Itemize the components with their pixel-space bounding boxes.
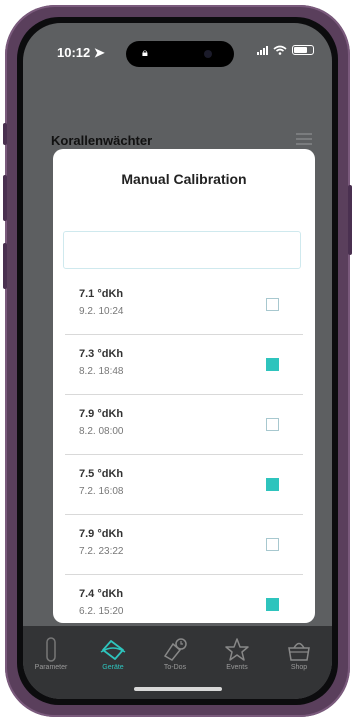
- list-item[interactable]: 7.5 °dKh 7.2. 16:08: [65, 455, 303, 515]
- home-indicator: [134, 687, 222, 691]
- screen: 10:12 ➤ 🔒︎ Korallenwächter Manual Calibr…: [23, 23, 332, 699]
- battery-icon: [292, 45, 314, 55]
- location-arrow-icon: ➤: [93, 45, 105, 60]
- manual-calibration-dialog: Manual Calibration 7.1 °dKh 9.2. 10:24 7…: [53, 149, 315, 623]
- action-button: [3, 123, 7, 145]
- calibration-timestamp: 8.2. 08:00: [79, 426, 124, 437]
- calibration-value: 7.9 °dKh: [79, 528, 124, 540]
- list-item[interactable]: 7.3 °dKh 8.2. 18:48: [65, 335, 303, 395]
- tab-parameter[interactable]: Parameter: [23, 636, 79, 671]
- checkbox[interactable]: [266, 298, 279, 311]
- wifi-icon: [273, 45, 287, 55]
- list-item[interactable]: 7.4 °dKh 6.2. 15:20: [65, 575, 303, 623]
- calibration-timestamp: 9.2. 10:24: [79, 306, 124, 317]
- devices-icon: [100, 640, 126, 660]
- camera-icon: [204, 50, 212, 58]
- volume-up-button: [3, 175, 7, 221]
- calibration-value: 7.1 °dKh: [79, 288, 124, 300]
- calibration-timestamp: 7.2. 16:08: [79, 486, 124, 497]
- lock-icon: 🔒︎: [142, 47, 148, 59]
- star-icon: [225, 638, 249, 661]
- phone-frame: 10:12 ➤ 🔒︎ Korallenwächter Manual Calibr…: [3, 5, 352, 717]
- todo-icon: [163, 638, 187, 661]
- checkbox[interactable]: [266, 358, 279, 371]
- checkbox[interactable]: [266, 598, 279, 611]
- tab-label: Shop: [290, 664, 308, 671]
- calibration-value: 7.9 °dKh: [79, 408, 124, 420]
- list-item[interactable]: 7.1 °dKh 9.2. 10:24: [65, 275, 303, 335]
- calibration-value: 7.5 °dKh: [79, 468, 124, 480]
- dialog-title: Manual Calibration: [121, 171, 247, 187]
- calibration-timestamp: 8.2. 18:48: [79, 366, 124, 377]
- calibration-input[interactable]: [63, 231, 301, 269]
- power-button: [348, 185, 352, 255]
- test-tube-icon: [46, 637, 56, 662]
- checkbox[interactable]: [266, 418, 279, 431]
- list-item[interactable]: 7.9 °dKh 8.2. 08:00: [65, 395, 303, 455]
- status-time: 10:12 ➤: [57, 45, 105, 60]
- status-bar: 10:12 ➤ 🔒︎: [23, 23, 332, 71]
- tab-geraete[interactable]: Geräte: [85, 636, 141, 671]
- calibration-timestamp: 6.2. 15:20: [79, 606, 124, 617]
- tab-shop[interactable]: Shop: [271, 636, 327, 671]
- dynamic-island: 🔒︎: [126, 41, 234, 67]
- tab-todos[interactable]: To-Dos: [147, 636, 203, 671]
- checkbox[interactable]: [266, 538, 279, 551]
- checkbox[interactable]: [266, 478, 279, 491]
- calibration-value: 7.3 °dKh: [79, 348, 124, 360]
- calibration-timestamp: 7.2. 23:22: [79, 546, 124, 557]
- tab-label: Events: [226, 664, 248, 671]
- basket-icon: [288, 642, 310, 661]
- cellular-signal-icon: [257, 45, 268, 55]
- menu-icon[interactable]: [296, 133, 312, 145]
- calibration-value: 7.4 °dKh: [79, 588, 124, 600]
- tab-label: Parameter: [34, 664, 68, 671]
- volume-down-button: [3, 243, 7, 289]
- tab-label: To-Dos: [163, 664, 187, 671]
- status-icons: [257, 45, 314, 55]
- list-item[interactable]: 7.9 °dKh 7.2. 23:22: [65, 515, 303, 575]
- calibration-list: 7.1 °dKh 9.2. 10:24 7.3 °dKh 8.2. 18:48 …: [65, 275, 303, 623]
- tab-label: Geräte: [102, 664, 124, 671]
- tab-events[interactable]: Events: [209, 636, 265, 671]
- bezel: 10:12 ➤ 🔒︎ Korallenwächter Manual Calibr…: [17, 17, 338, 705]
- app-title: Korallenwächter: [51, 133, 153, 148]
